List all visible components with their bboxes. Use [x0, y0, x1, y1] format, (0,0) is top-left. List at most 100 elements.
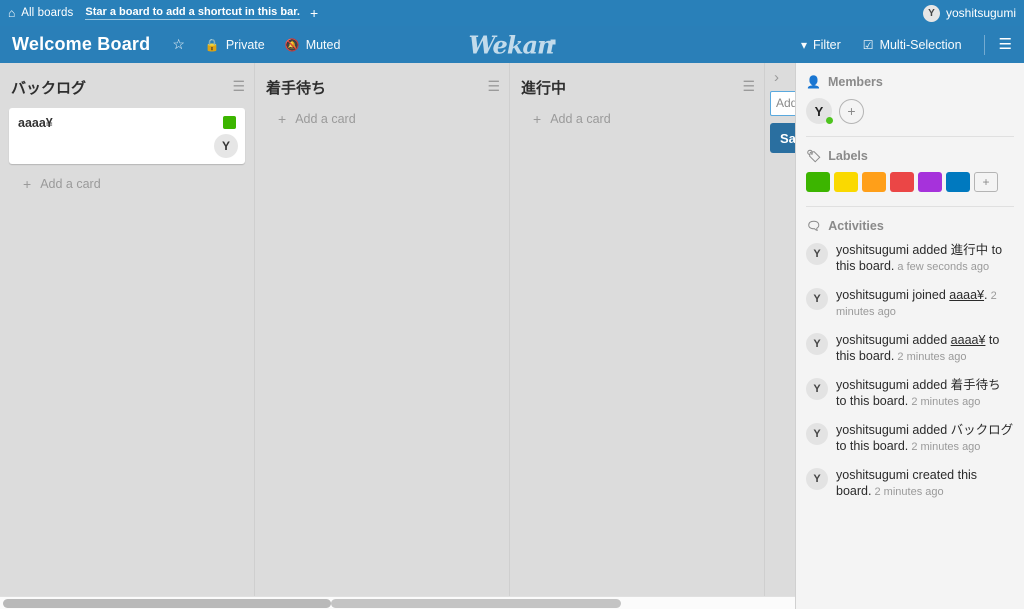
- activity-timestamp: 2 minutes ago: [894, 351, 967, 364]
- board-visibility-label: Private: [225, 37, 265, 52]
- divider: [806, 206, 1014, 207]
- comment-icon: 🗨: [806, 219, 822, 233]
- activity-target[interactable]: バックログ: [951, 423, 1014, 437]
- activity-text: yoshitsugumi added 着手待ち to this board. 2…: [836, 377, 1014, 409]
- scrollbar-thumb[interactable]: [3, 599, 331, 608]
- labels-label: Labels: [828, 149, 868, 163]
- username-label: yoshitsugumi: [945, 6, 1016, 20]
- list-title: バックログ: [11, 80, 87, 97]
- add-list-submit-button[interactable]: Save: [770, 123, 795, 153]
- avatar[interactable]: Y: [806, 333, 828, 356]
- avatar-initial: Y: [814, 103, 824, 119]
- activity-action: joined: [908, 288, 950, 303]
- activity-item: Yyoshitsugumi joined aaaa¥. 2 minutes ag…: [806, 287, 1014, 319]
- filter-label: Filter: [813, 37, 841, 52]
- activities-list: Yyoshitsugumi added 進行中 to this board. a…: [806, 242, 1014, 500]
- activity-target[interactable]: 進行中: [951, 243, 989, 257]
- labels-row: +: [806, 172, 1014, 192]
- add-card-button[interactable]: + Add a card: [264, 108, 500, 130]
- activity-actor[interactable]: yoshitsugumi: [836, 243, 909, 257]
- activity-item: Yyoshitsugumi added バックログ to this board.…: [806, 422, 1014, 454]
- hamburger-icon[interactable]: ☰: [742, 77, 755, 93]
- add-member-button[interactable]: +: [839, 98, 864, 124]
- add-card-button[interactable]: + Add a card: [519, 108, 755, 130]
- label-chip-blue[interactable]: [946, 172, 970, 192]
- avatar[interactable]: Y: [806, 98, 833, 124]
- label-chip-red[interactable]: [890, 172, 914, 192]
- board-header: Welcome Board ☆ 🔒 Private 🔕 Muted Wekan …: [0, 26, 1024, 63]
- activity-item: Yyoshitsugumi created this board. 2 minu…: [806, 467, 1014, 499]
- card-label-chip: [223, 116, 236, 129]
- divider: [983, 34, 985, 55]
- activity-text: yoshitsugumi created this board. 2 minut…: [836, 467, 1014, 499]
- board-header-actions: ▾ Filter ☑ Multi-Selection ☰: [779, 34, 1012, 55]
- activity-target[interactable]: 着手待ち: [951, 378, 1001, 392]
- star-icon[interactable]: ☆: [172, 36, 185, 53]
- activity-actor[interactable]: yoshitsugumi: [836, 288, 909, 302]
- activity-item: Yyoshitsugumi added 進行中 to this board. a…: [806, 242, 1014, 274]
- add-list-input[interactable]: Add: [770, 91, 795, 116]
- home-icon[interactable]: ⌂: [8, 7, 15, 19]
- activity-timestamp: 2 minutes ago: [871, 486, 944, 499]
- multi-selection-button[interactable]: ☑ Multi-Selection: [863, 38, 962, 52]
- board-mute-label: Muted: [305, 37, 341, 52]
- filter-button[interactable]: ▾ Filter: [801, 38, 841, 52]
- lock-icon: 🔒: [204, 37, 220, 52]
- activities-label: Activities: [828, 219, 884, 233]
- activity-text: yoshitsugumi added バックログ to this board. …: [836, 422, 1014, 454]
- online-status-dot: [826, 117, 833, 124]
- label-chip-orange[interactable]: [862, 172, 886, 192]
- activity-action: added: [908, 243, 951, 257]
- add-card-label: Add a card: [550, 112, 611, 126]
- all-boards-link[interactable]: All boards: [21, 7, 73, 19]
- activity-actor[interactable]: yoshitsugumi: [836, 468, 909, 482]
- activity-actor[interactable]: yoshitsugumi: [836, 423, 909, 437]
- list-title: 着手待ち: [266, 80, 327, 97]
- plus-icon: +: [533, 111, 542, 127]
- person-icon: 👤: [806, 75, 821, 89]
- add-label-button[interactable]: +: [974, 172, 998, 192]
- avatar[interactable]: Y: [806, 378, 828, 401]
- avatar[interactable]: Y: [806, 468, 828, 491]
- label-chip-purple[interactable]: [918, 172, 942, 192]
- activity-actor[interactable]: yoshitsugumi: [836, 378, 909, 392]
- horizontal-scrollbar[interactable]: [0, 596, 795, 609]
- filter-icon: ▾: [800, 37, 808, 52]
- add-card-label: Add a card: [295, 112, 356, 126]
- avatar[interactable]: Y: [806, 423, 828, 446]
- activity-action: added: [908, 378, 951, 393]
- activity-timestamp: 2 minutes ago: [908, 396, 981, 409]
- activity-actor[interactable]: yoshitsugumi: [836, 333, 909, 347]
- activity-suffix: to this board.: [836, 394, 909, 409]
- user-menu[interactable]: Y yoshitsugumi: [922, 4, 1016, 22]
- plus-icon: +: [23, 176, 32, 192]
- hamburger-icon[interactable]: ☰: [487, 77, 500, 93]
- add-shortcut-icon[interactable]: +: [310, 6, 318, 20]
- board-mute-button[interactable]: 🔕 Muted: [285, 38, 341, 52]
- labels-section-title: 🏷 Labels: [806, 149, 1014, 163]
- scrollbar-track[interactable]: [331, 599, 621, 608]
- avatar[interactable]: Y: [214, 134, 238, 158]
- checkbox-icon: ☑: [862, 37, 874, 52]
- label-chip-green[interactable]: [806, 172, 830, 192]
- card[interactable]: aaaa¥ Y: [9, 108, 245, 164]
- board-visibility-button[interactable]: 🔒 Private: [205, 38, 265, 52]
- activities-section-title: 🗨 Activities: [806, 219, 1014, 233]
- lists-area: バックログ ☰ aaaa¥ Y + Add a card 着手待ち ☰ + Ad…: [0, 63, 795, 609]
- activity-target[interactable]: aaaa¥: [951, 333, 986, 347]
- hamburger-icon[interactable]: ☰: [999, 37, 1012, 52]
- avatar[interactable]: Y: [806, 288, 828, 311]
- list-title: 進行中: [521, 80, 567, 97]
- card-title: aaaa¥: [18, 116, 53, 130]
- activity-text: yoshitsugumi added aaaa¥ to this board. …: [836, 332, 1014, 364]
- list-header: 着手待ち ☰: [264, 63, 500, 108]
- hamburger-icon[interactable]: ☰: [232, 77, 245, 93]
- page-title: Welcome Board: [12, 34, 151, 54]
- activity-target[interactable]: aaaa¥: [949, 288, 984, 302]
- chevron-right-icon[interactable]: ›: [770, 69, 795, 86]
- avatar[interactable]: Y: [806, 243, 828, 265]
- label-chip-yellow[interactable]: [834, 172, 858, 192]
- list-header: 進行中 ☰: [519, 63, 755, 108]
- activity-suffix: to this board.: [836, 439, 909, 454]
- add-card-button[interactable]: + Add a card: [9, 173, 245, 195]
